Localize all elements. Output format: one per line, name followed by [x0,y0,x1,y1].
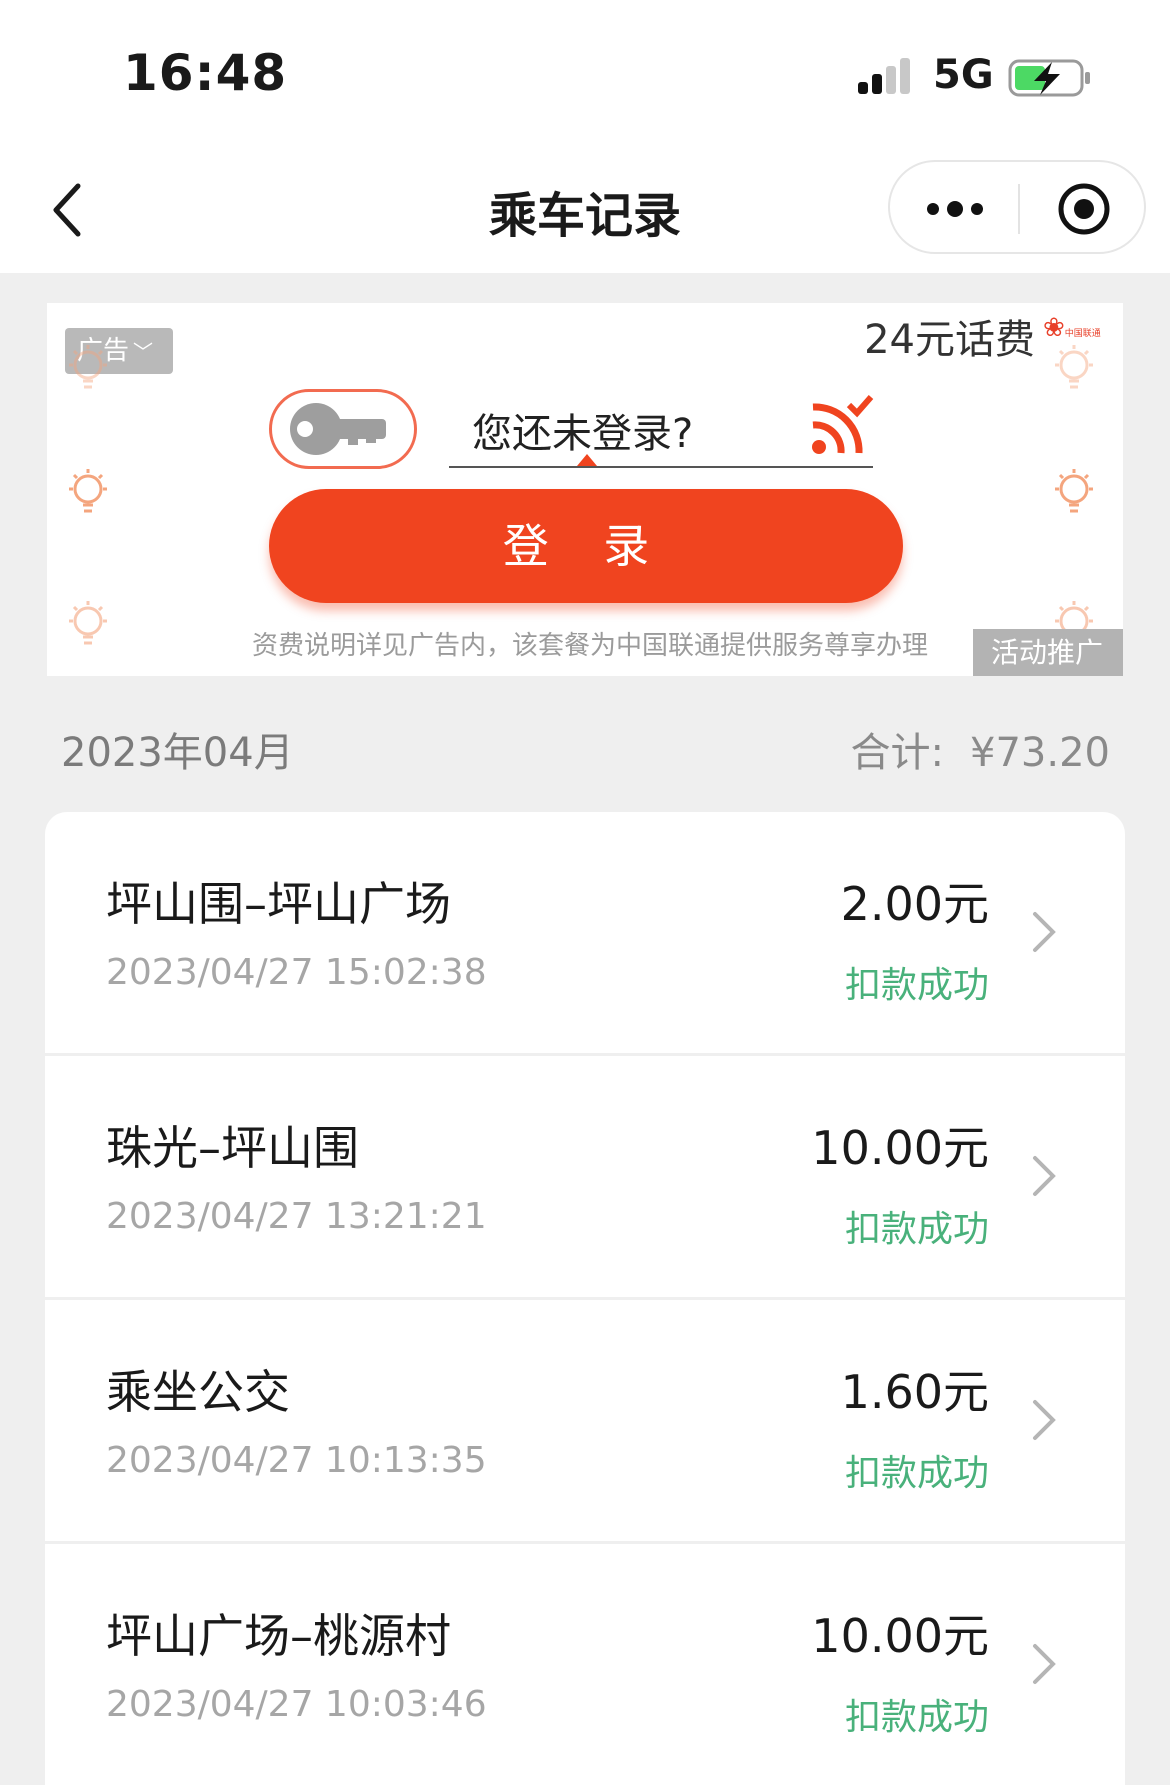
ride-amount: 1.60元 [840,1365,989,1419]
total-label: 合计: [850,730,945,776]
chevron-right-icon [1033,1644,1056,1684]
payment-status: 扣款成功 [844,965,989,1006]
ride-amount: 2.00元 [840,877,989,931]
status-bar: 16:48 5G [0,0,1170,150]
ride-datetime: 2023/04/27 13:21:21 [106,1196,487,1237]
ride-route: 珠光–坪山围 [106,1121,359,1175]
ride-record-row[interactable]: 坪山围–坪山广场 2023/04/27 15:02:38 2.00元 扣款成功 [45,812,1125,1056]
chevron-right-icon [1033,912,1056,952]
payment-status: 扣款成功 [844,1209,989,1250]
network-type: 5G [933,52,994,98]
promo-badge: 活动推广 [973,629,1123,676]
ride-route: 坪山广场–桃源村 [106,1609,451,1663]
chevron-down-icon: ﹀ [133,340,154,364]
ride-datetime: 2023/04/27 10:03:46 [106,1684,487,1725]
ride-record-row[interactable]: 珠光–坪山围 2023/04/27 13:21:21 10.00元 扣款成功 [45,1056,1125,1300]
chevron-right-icon [1033,1156,1056,1196]
key-icon-pill [269,389,417,469]
ride-route: 坪山围–坪山广场 [106,877,451,931]
ride-datetime: 2023/04/27 15:02:38 [106,952,487,993]
signal-icon [858,58,910,94]
total-value: ¥73.20 [970,730,1110,776]
login-prompt: 您还未登录? [472,411,694,457]
ad-promo-text: 24元话费 [864,317,1035,363]
ride-record-row[interactable]: 坪山广场–桃源村 2023/04/27 10:03:46 10.00元 扣款成功 [45,1544,1125,1785]
chevron-right-icon [1033,1400,1056,1440]
ride-record-list: 坪山围–坪山广场 2023/04/27 15:02:38 2.00元 扣款成功 … [45,812,1125,1785]
nav-bar: 乘车记录 [0,150,1170,273]
close-miniprogram-icon[interactable] [1055,180,1113,238]
ride-record-row[interactable]: 乘坐公交 2023/04/27 10:13:35 1.60元 扣款成功 [45,1300,1125,1544]
ride-route: 乘坐公交 [106,1365,290,1419]
clock: 16:48 [123,44,288,102]
ad-banner[interactable]: 广告 ﹀ 24元话费 ❀中国联通 您还未登录? 登 录 资费说明详见广告内，该套餐… [47,303,1123,676]
prompt-underline [449,454,873,468]
ride-amount: 10.00元 [811,1121,989,1175]
lightbulb-icon [69,601,107,645]
month-label: 2023年04月 [61,730,294,776]
lightbulb-icon [69,345,107,389]
battery-charging-icon [1008,59,1090,97]
wifi-signal-icon [812,395,874,454]
payment-status: 扣款成功 [844,1453,989,1494]
ride-amount: 10.00元 [811,1609,989,1663]
mini-program-capsule [888,160,1146,254]
lightbulb-icon [69,469,107,513]
ride-datetime: 2023/04/27 10:13:35 [106,1440,487,1481]
key-icon [290,403,386,455]
month-total: 合计: ¥73.20 [851,720,1110,778]
login-button[interactable]: 登 录 [269,489,903,603]
more-options-icon[interactable] [920,184,990,234]
lightbulb-icon [1055,469,1093,513]
payment-status: 扣款成功 [844,1697,989,1738]
lightbulb-icon [1055,345,1093,389]
capsule-divider [1018,184,1020,234]
ad-footnote: 资费说明详见广告内，该套餐为中国联通提供服务尊享办理 [252,631,929,661]
